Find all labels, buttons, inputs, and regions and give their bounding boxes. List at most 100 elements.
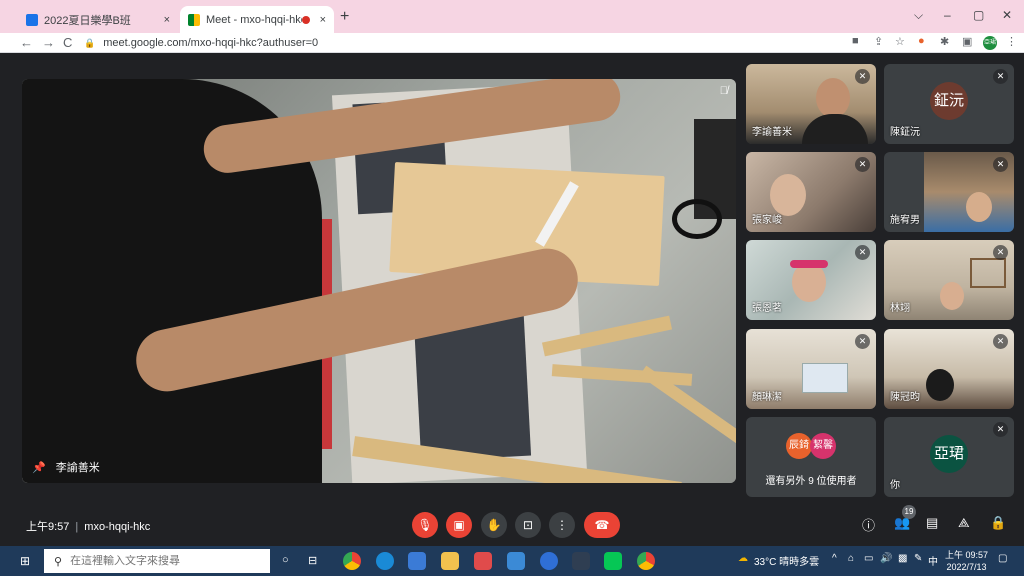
- tile-face: [966, 192, 992, 222]
- camera-toggle-button[interactable]: ▣: [446, 512, 472, 538]
- clock-time: 上午 09:57: [945, 550, 989, 560]
- participant-name: 張恩茗: [752, 303, 782, 314]
- mail-taskbar-icon[interactable]: [507, 552, 525, 570]
- forward-button[interactable]: →: [42, 35, 55, 50]
- back-button[interactable]: ←: [20, 35, 33, 50]
- pin-icon[interactable]: 📌: [32, 461, 46, 474]
- ie-taskbar-icon[interactable]: [540, 552, 558, 570]
- people-icon[interactable]: 👥: [894, 515, 910, 531]
- lock-icon: 🔒: [84, 37, 96, 48]
- camera-indicator-icon[interactable]: ■: [852, 35, 859, 47]
- reload-button[interactable]: C: [63, 35, 72, 50]
- profile-avatar[interactable]: 亞珺: [983, 36, 997, 50]
- edge-taskbar-icon[interactable]: [376, 552, 394, 570]
- taskbar-search[interactable]: ⚲: [44, 549, 270, 573]
- leave-call-button[interactable]: ☎: [584, 512, 620, 538]
- app-taskbar-icon[interactable]: [572, 552, 590, 570]
- tab-search-icon[interactable]: ⌵: [914, 8, 923, 23]
- search-input[interactable]: [70, 555, 261, 567]
- network-icon[interactable]: ⌂: [848, 553, 854, 564]
- weather-text[interactable]: 33°C 晴時多雲: [754, 553, 819, 568]
- cortana-icon[interactable]: ○: [282, 554, 289, 566]
- minimize-button[interactable]: –: [944, 8, 951, 22]
- participant-tile[interactable]: ✕ 張恩茗: [746, 240, 876, 320]
- bookmark-star-icon[interactable]: ☆: [895, 35, 905, 48]
- participant-tile[interactable]: ✕ 張家峻: [746, 152, 876, 232]
- chrome-active-taskbar-icon[interactable]: [637, 552, 655, 570]
- notification-app-icon[interactable]: ▩: [898, 553, 907, 564]
- main-speaker-name: 李諭善米: [55, 462, 100, 474]
- new-tab-button[interactable]: +: [340, 8, 349, 26]
- share-icon[interactable]: ⇪: [874, 35, 883, 48]
- meet-stage: 🎙̸ 📌 李諭善米 ✕ 李諭善米 鉦沅 ✕ 陳鉦沅 ✕ 張家峻 ✕ 施宥男 ✕ …: [0, 53, 1024, 546]
- line-taskbar-icon[interactable]: [604, 552, 622, 570]
- gift-taskbar-icon[interactable]: [474, 552, 492, 570]
- tab-meet[interactable]: Meet - mxo-hqqi-hkc ×: [180, 6, 334, 33]
- main-speaker-video[interactable]: 🎙̸ 📌 李諭善米: [22, 79, 736, 483]
- more-options-button[interactable]: ⋮: [549, 512, 575, 538]
- main-speaker-label: 📌 李諭善米: [32, 459, 100, 475]
- host-controls-icon[interactable]: 🔒: [990, 515, 1006, 531]
- meeting-info: 上午9:57 | mxo-hqqi-hkc: [26, 518, 150, 534]
- activities-icon[interactable]: ⟁: [958, 515, 970, 531]
- meeting-code: mxo-hqqi-hkc: [84, 521, 151, 533]
- mic-off-icon: ✕: [993, 245, 1008, 260]
- video-scissors: [672, 199, 722, 239]
- meeting-details-icon[interactable]: ⓘ: [862, 515, 875, 534]
- pen-icon[interactable]: ✎: [914, 553, 922, 564]
- participant-tile[interactable]: ✕ 李諭善米: [746, 64, 876, 144]
- url-text: meet.google.com/mxo-hqqi-hkc?authuser=0: [103, 37, 319, 49]
- close-window-button[interactable]: ✕: [1002, 8, 1012, 22]
- clock-date: 2022/7/13: [946, 562, 987, 572]
- participant-tile[interactable]: ✕ 顏琳潔: [746, 329, 876, 409]
- mic-off-icon: ✕: [855, 69, 870, 84]
- browser-tab-strip: 2022夏日樂學B班 × Meet - mxo-hqqi-hkc × + ⌵ –…: [0, 0, 1024, 33]
- tile-face: [816, 78, 850, 118]
- maximize-button[interactable]: ▢: [973, 8, 984, 22]
- participant-name: 李諭善米: [752, 127, 792, 138]
- chrome-taskbar-icon[interactable]: [343, 552, 361, 570]
- self-tile[interactable]: 亞珺 ✕ 你: [884, 417, 1014, 497]
- participant-tile[interactable]: ✕ 施宥男: [884, 152, 1014, 232]
- classroom-favicon-icon: [26, 13, 38, 26]
- mic-off-icon: ✕: [993, 422, 1008, 437]
- chat-icon[interactable]: ▤: [926, 515, 938, 531]
- mic-toggle-button[interactable]: 🎙: [412, 512, 438, 538]
- tab-title: Meet - mxo-hqqi-hkc: [206, 13, 302, 26]
- participant-name: 陳冠昀: [890, 392, 920, 403]
- system-clock[interactable]: 上午 09:57 2022/7/13: [945, 549, 988, 573]
- address-bar-row: ← → C 🔒 meet.google.com/mxo-hqqi-hkc?aut…: [0, 33, 1024, 53]
- side-panel-icon[interactable]: ▣: [962, 35, 972, 48]
- raise-hand-button[interactable]: ✋: [481, 512, 507, 538]
- tile-poster: [802, 363, 848, 393]
- newspaper-photo: [413, 315, 532, 462]
- volume-icon[interactable]: 🔊: [880, 553, 892, 564]
- present-screen-button[interactable]: ⊡: [515, 512, 541, 538]
- tab-close-icon[interactable]: ×: [164, 14, 170, 26]
- chrome-menu-icon[interactable]: ⋮: [1006, 35, 1017, 48]
- tab-title: 2022夏日樂學B班: [44, 14, 131, 27]
- tab-classroom[interactable]: 2022夏日樂學B班 ×: [18, 6, 178, 33]
- participant-tile[interactable]: ✕ 陳冠昀: [884, 329, 1014, 409]
- extension-icon[interactable]: ●: [918, 35, 925, 47]
- self-avatar: 亞珺: [930, 435, 968, 473]
- puzzle-extensions-icon[interactable]: ✱: [940, 35, 949, 48]
- participant-tile[interactable]: ✕ 林翊: [884, 240, 1014, 320]
- ime-indicator[interactable]: 中: [928, 553, 938, 568]
- store-taskbar-icon[interactable]: [408, 552, 426, 570]
- participant-tile[interactable]: 鉦沅 ✕ 陳鉦沅: [884, 64, 1014, 144]
- task-view-icon[interactable]: ⊟: [308, 554, 317, 567]
- battery-icon[interactable]: ▭: [864, 553, 873, 564]
- windows-taskbar: ⊞ ⚲ ○ ⊟ ☁ 33°C 晴時多雲 ^ ⌂ ▭ 🔊 ▩ ✎ 中 上午 09:…: [0, 546, 1024, 576]
- file-explorer-icon[interactable]: [441, 552, 459, 570]
- tray-chevron-icon[interactable]: ^: [832, 553, 837, 564]
- tile-hair: [926, 369, 954, 401]
- action-center-icon[interactable]: ▢: [998, 553, 1007, 564]
- tile-frame: [970, 258, 1006, 288]
- tile-face: [770, 174, 806, 216]
- others-tile[interactable]: 辰錡 絜馨 還有另外 9 位使用者: [746, 417, 876, 497]
- tab-close-icon[interactable]: ×: [320, 14, 326, 26]
- windows-start-icon[interactable]: ⊞: [20, 554, 30, 568]
- participant-avatar: 辰錡: [786, 433, 812, 459]
- mic-off-icon: ✕: [855, 334, 870, 349]
